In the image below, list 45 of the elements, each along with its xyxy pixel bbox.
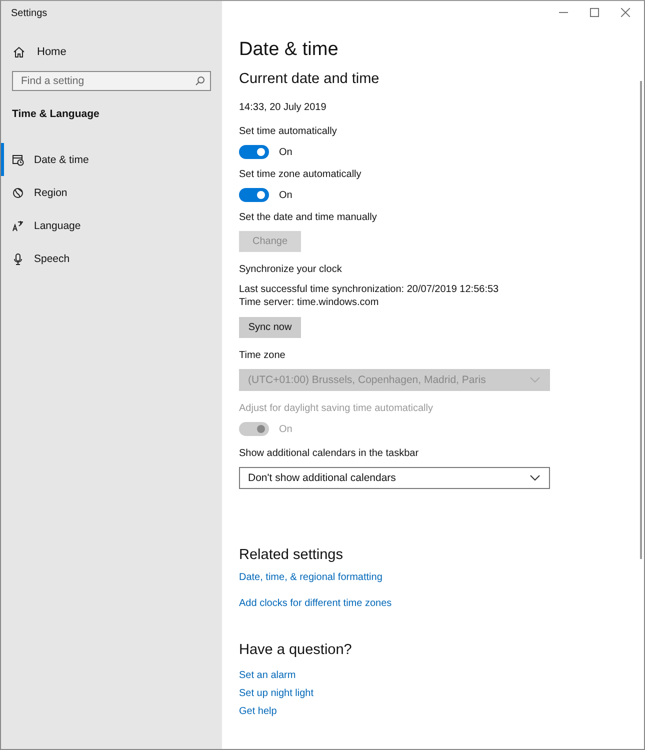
chevron-icon xyxy=(530,475,540,481)
setting-label: Set time automatically xyxy=(239,125,338,138)
microphone-icon xyxy=(12,252,24,264)
maximize-button[interactable] xyxy=(590,8,599,17)
toggle-switch[interactable] xyxy=(239,145,269,159)
setting-label: Time zone xyxy=(239,349,286,362)
search-icon xyxy=(195,76,205,86)
globe-icon xyxy=(12,186,24,198)
nav-item[interactable]: Language xyxy=(1,209,222,242)
home-link[interactable]: Home xyxy=(13,46,66,58)
setting-label: Set the date and time manually xyxy=(239,211,378,224)
scrollbar-thumb[interactable] xyxy=(640,81,642,559)
nav-item[interactable]: Speech xyxy=(1,242,222,275)
nav-item[interactable]: Region xyxy=(1,176,222,209)
setting-label: Synchronize your clock xyxy=(239,263,343,276)
settings-link[interactable]: Add clocks for different time zones xyxy=(239,598,392,609)
section-heading: Related settings xyxy=(239,547,344,563)
toggle-switch[interactable] xyxy=(239,188,269,202)
chevron-icon xyxy=(530,377,540,383)
info-text: 14:33, 20 July 2019 xyxy=(239,101,328,114)
toggle-state: On xyxy=(279,190,292,200)
section-heading: Current date and time xyxy=(239,71,380,87)
help-link[interactable]: Set an alarm xyxy=(239,670,296,681)
settings-link[interactable]: Date, time, & regional formatting xyxy=(239,572,382,583)
page-title: Date & time xyxy=(239,39,340,61)
setting-label: Show additional calendars in the taskbar xyxy=(239,447,420,460)
dropdown[interactable]: Don't show additional calendars xyxy=(239,467,550,489)
section-title: Time & Language xyxy=(12,108,100,120)
home-icon xyxy=(13,46,25,58)
info-text: Last successful time synchronization: 20/07/2019 12:56:53 xyxy=(239,283,500,296)
close-button[interactable] xyxy=(621,8,630,17)
language-icon xyxy=(12,220,24,232)
action-button[interactable]: Sync now xyxy=(239,317,301,338)
home-label: Home xyxy=(37,46,66,58)
window-title: Settings xyxy=(10,7,48,21)
toggle-state: On xyxy=(279,424,292,434)
setting-label: Set time zone automatically xyxy=(239,168,362,181)
setting-label: Adjust for daylight saving time automatically xyxy=(239,402,434,415)
section-heading: Have a question? xyxy=(239,642,353,658)
calendar-clock-icon xyxy=(12,154,24,166)
info-text: Time server: time.windows.com xyxy=(239,296,380,309)
help-link[interactable]: Set up night light xyxy=(239,688,314,699)
toggle-state: On xyxy=(279,146,292,158)
search-field[interactable]: Find a setting xyxy=(12,71,211,91)
help-link[interactable]: Get help xyxy=(239,706,277,717)
